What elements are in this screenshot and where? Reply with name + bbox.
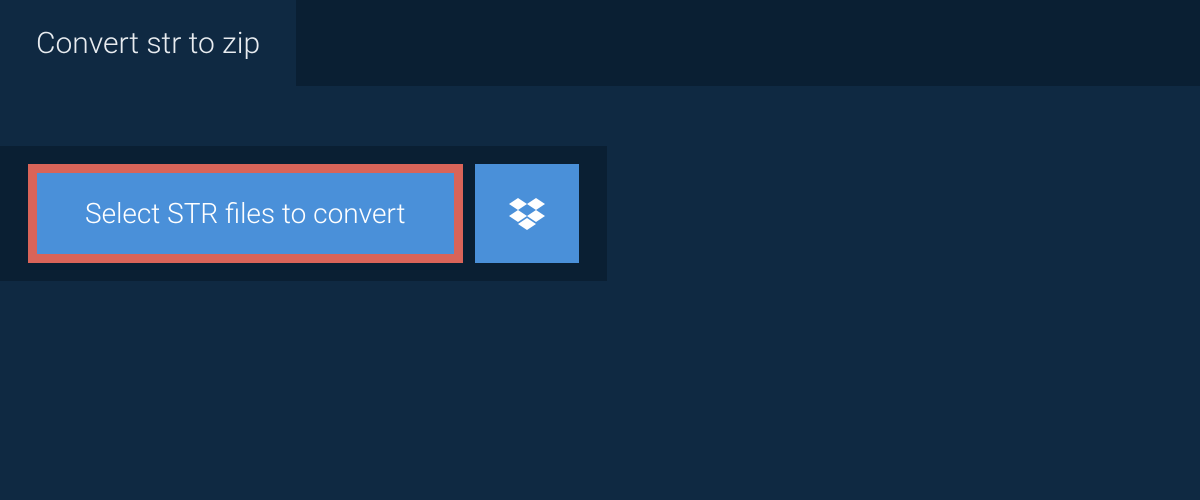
content-panel: Select STR files to convert <box>0 146 607 281</box>
tab-convert[interactable]: Convert str to zip <box>0 0 296 86</box>
dropbox-icon <box>509 198 545 230</box>
select-files-label: Select STR files to convert <box>85 197 406 230</box>
tab-label: Convert str to zip <box>36 26 260 61</box>
dropbox-button[interactable] <box>475 164 579 263</box>
select-files-button[interactable]: Select STR files to convert <box>28 164 463 263</box>
page-header: Convert str to zip <box>0 0 1200 86</box>
tab-container: Convert str to zip <box>0 0 1200 86</box>
